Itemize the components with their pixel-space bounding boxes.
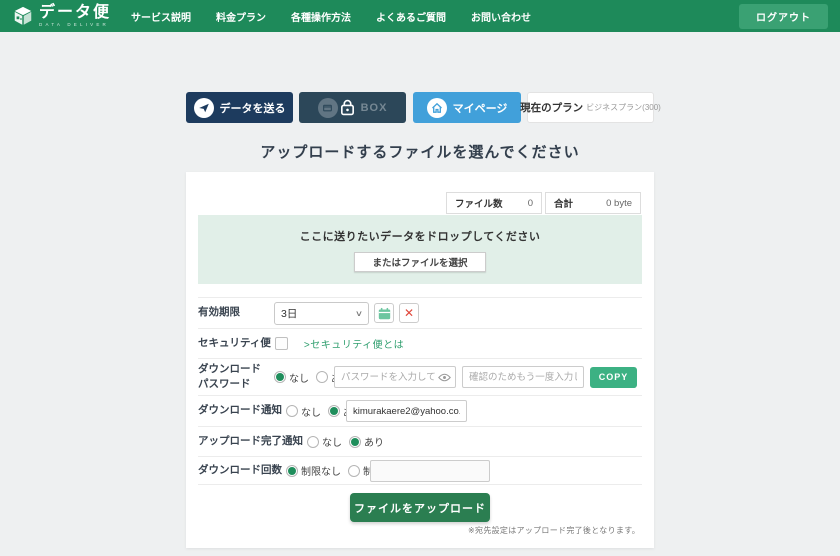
send-data-button[interactable]: データを送る (186, 92, 293, 123)
password-none-label: なし (289, 370, 309, 385)
upload-notice-label: アップロード完了通知 (198, 434, 307, 449)
dropzone-message: ここに送りたいデータをドロップしてください (300, 228, 541, 244)
expiry-selected-value: 3日 (281, 306, 297, 321)
expiry-label: 有効期限 (198, 305, 274, 320)
mypage-button[interactable]: マイページ (413, 92, 521, 123)
upload-notice-none-label: なし (322, 434, 342, 449)
download-notice-row: ダウンロード通知 なし あり (198, 395, 642, 426)
limit-none-option[interactable]: 制限なし (286, 463, 341, 478)
calendar-icon (378, 307, 391, 320)
current-plan-box: 現在のプラン ビジネスプラン(300) (527, 92, 654, 123)
page-title: アップロードするファイルを選んでください (0, 141, 840, 162)
password-none-radio[interactable] (274, 371, 286, 383)
download-password-label-line1: ダウンロード (198, 363, 261, 375)
password-yes-radio[interactable] (316, 371, 328, 383)
download-limit-count-input[interactable] (370, 460, 490, 482)
file-count-box: ファイル数 0 (446, 192, 542, 214)
home-icon (427, 98, 447, 118)
security-label: セキュリティ便 (198, 336, 275, 351)
upload-card: ファイル数 0 合計 0 byte ここに送りたいデータをドロップしてください … (186, 172, 654, 548)
download-password-row: ダウンロード パスワード なし あり (198, 358, 642, 395)
security-row: セキュリティ便 >セキュリティ便とは (198, 328, 642, 358)
eye-icon[interactable] (438, 373, 451, 382)
app-header: データ便 DATA DELIVER サービス説明 料金プラン 各種操作方法 よく… (0, 0, 840, 32)
total-size-label: 合計 (554, 196, 573, 210)
upload-notice-radio-group: なし あり (307, 434, 391, 449)
file-dropzone[interactable]: ここに送りたいデータをドロップしてください またはファイルを選択 (198, 215, 642, 284)
copy-password-button[interactable]: COPY (590, 367, 637, 388)
lock-icon (340, 99, 355, 116)
expiry-row: 有効期限 3日 ∨ ✕ (198, 297, 642, 328)
paper-plane-icon (194, 98, 214, 118)
upload-notice-yes-option[interactable]: あり (349, 434, 384, 449)
box-icon (318, 98, 338, 118)
chevron-down-icon: ∨ (355, 309, 363, 318)
upload-submit-button[interactable]: ファイルをアップロード (350, 493, 490, 522)
calendar-button[interactable] (374, 303, 394, 323)
password-confirm-input[interactable] (462, 366, 584, 388)
download-notice-none-label: なし (301, 404, 321, 419)
nav-item-howto[interactable]: 各種操作方法 (291, 9, 351, 24)
download-password-label-line2: パスワード (198, 378, 251, 390)
password-radio-group: なし あり (274, 370, 334, 385)
header-nav: サービス説明 料金プラン 各種操作方法 よくあるご質問 お問い合わせ (131, 9, 531, 24)
security-info-link[interactable]: >セキュリティ便とは (304, 336, 404, 351)
upload-stats: ファイル数 0 合計 0 byte (186, 192, 641, 214)
action-toolbar: データを送る BOX マイページ 現在のプラン ビジネスプラン(300) (186, 92, 654, 123)
logo-subtitle: DATA DELIVER (39, 23, 111, 28)
nav-item-service[interactable]: サービス説明 (131, 9, 191, 24)
cube-logo-icon (12, 5, 34, 27)
download-notice-none-option[interactable]: なし (286, 404, 321, 419)
download-notice-yes-radio[interactable] (328, 405, 340, 417)
clear-date-button[interactable]: ✕ (399, 303, 419, 323)
destination-note: ※宛先設定はアップロード完了後となります。 (186, 525, 640, 536)
download-notice-label: ダウンロード通知 (198, 403, 286, 418)
logout-button[interactable]: ログアウト (739, 4, 828, 29)
download-password-label: ダウンロード パスワード (198, 362, 274, 392)
send-data-label: データを送る (220, 100, 286, 116)
download-notice-radio-group: なし あり (286, 404, 346, 419)
upload-settings-form: 有効期限 3日 ∨ ✕ セキュリティ便 >セキュリティ便とは (198, 297, 642, 485)
upload-notice-yes-label: あり (364, 434, 384, 449)
security-checkbox[interactable] (275, 337, 288, 350)
box-label: BOX (361, 102, 388, 114)
nav-item-faq[interactable]: よくあるご質問 (376, 9, 446, 24)
box-button-locked[interactable]: BOX (299, 92, 406, 123)
upload-notice-none-option[interactable]: なし (307, 434, 342, 449)
total-size-box: 合計 0 byte (545, 192, 641, 214)
upload-notice-yes-radio[interactable] (349, 436, 361, 448)
download-limit-radio-group: 制限なし 制限あり (286, 463, 370, 478)
upload-notice-none-radio[interactable] (307, 436, 319, 448)
expiry-select[interactable]: 3日 ∨ (274, 302, 369, 325)
password-none-option[interactable]: なし (274, 370, 309, 385)
current-plan-value: ビジネスプラン(300) (586, 102, 661, 113)
upload-notice-row: アップロード完了通知 なし あり (198, 426, 642, 456)
limit-yes-radio[interactable] (348, 465, 360, 477)
limit-none-radio[interactable] (286, 465, 298, 477)
clear-x-icon: ✕ (404, 307, 414, 319)
file-count-value: 0 (528, 198, 533, 209)
limit-none-label: 制限なし (301, 463, 341, 478)
download-limit-row: ダウンロード回数 制限なし 制限あり (198, 456, 642, 485)
download-notice-none-radio[interactable] (286, 405, 298, 417)
nav-item-pricing[interactable]: 料金プラン (216, 9, 266, 24)
current-plan-label: 現在のプラン (520, 100, 583, 115)
download-limit-label: ダウンロード回数 (198, 463, 286, 478)
logo[interactable]: データ便 DATA DELIVER (12, 5, 111, 28)
total-size-value: 0 byte (606, 198, 632, 209)
nav-item-contact[interactable]: お問い合わせ (471, 9, 531, 24)
mypage-label: マイページ (453, 100, 508, 116)
file-select-button[interactable]: またはファイルを選択 (354, 252, 486, 272)
file-count-label: ファイル数 (455, 196, 503, 210)
logo-title: データ便 (39, 5, 111, 21)
notification-email-input[interactable] (346, 400, 467, 422)
